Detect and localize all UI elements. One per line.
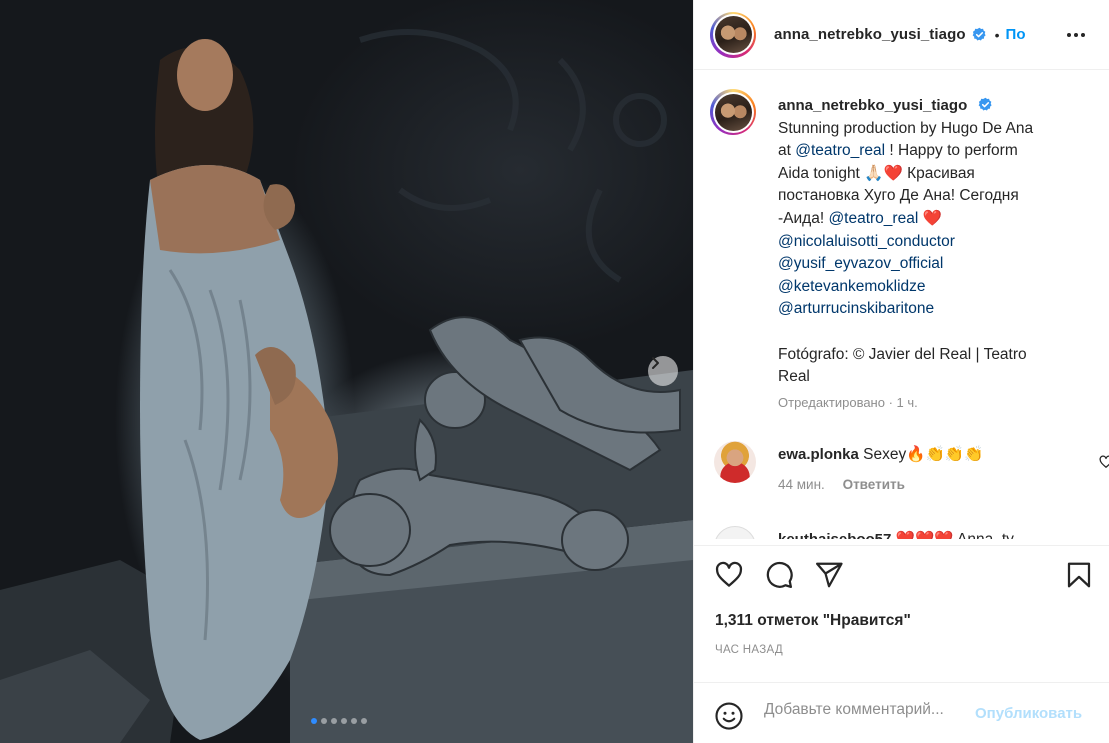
- caption-line: Stunning production by Hugo De Ana: [778, 119, 1034, 137]
- comment-icon[interactable]: [764, 560, 794, 590]
- caption-line: Aida tonight 🙏🏻❤️ Красивая: [778, 164, 975, 182]
- commenter-avatar[interactable]: [714, 441, 756, 483]
- carousel-dot: [311, 718, 317, 724]
- more-horizontal-icon[interactable]: [1065, 24, 1087, 46]
- mention-link[interactable]: @nicolaluisotti_conductor: [778, 233, 955, 250]
- carousel-dot: [331, 718, 337, 724]
- commenter-avatar[interactable]: [714, 526, 756, 539]
- avatar-photo: [714, 16, 752, 53]
- heart-icon[interactable]: [714, 560, 744, 590]
- heart-icon[interactable]: [1099, 455, 1109, 469]
- smiley-icon[interactable]: [714, 701, 744, 731]
- comment-input[interactable]: [764, 701, 970, 719]
- mention-link[interactable]: @teatro_real: [795, 142, 885, 159]
- add-comment-bar: Опубликовать: [694, 682, 1109, 743]
- reply-button[interactable]: Ответить: [843, 477, 905, 492]
- author-avatar[interactable]: [710, 11, 756, 58]
- publish-button[interactable]: Опубликовать: [975, 705, 1082, 722]
- comment-time: 44 мин.: [778, 477, 825, 492]
- separator-dot: •: [994, 26, 1000, 43]
- caption-username[interactable]: anna_netrebko_yusi_tiago: [778, 97, 967, 114]
- carousel-dot: [351, 718, 357, 724]
- carousel-dot: [361, 718, 367, 724]
- mention-link[interactable]: @arturrucinskibaritone: [778, 300, 934, 317]
- caption-line: Fotógrafo: © Javier del Real | Teatro: [778, 345, 1027, 363]
- caption-line: -Аида!: [778, 209, 829, 227]
- post-timestamp: ЧАС НАЗАД: [715, 644, 783, 656]
- carousel-dot: [341, 718, 347, 724]
- mention-link[interactable]: @ketevankemoklidze: [778, 278, 926, 295]
- post-side-panel: anna_netrebko_yusi_tiago • По anna_netre…: [693, 0, 1109, 743]
- caption-text: anna_netrebko_yusi_tiago Stunning produc…: [778, 95, 1078, 389]
- comment-text: Sexey🔥👏👏👏: [863, 446, 984, 463]
- carousel-indicator: [311, 718, 367, 724]
- comments-list[interactable]: anna_netrebko_yusi_tiago Stunning produc…: [694, 71, 1109, 539]
- bookmark-icon[interactable]: [1064, 560, 1094, 590]
- edited-timestamp: Отредактировано · 1 ч.: [778, 395, 918, 410]
- caption-line: ❤️: [918, 209, 942, 227]
- post-actions-bar: [694, 545, 1109, 595]
- opera-scene-illustration: [0, 29, 693, 743]
- verified-badge-icon: [978, 97, 992, 111]
- follow-button[interactable]: По: [1006, 26, 1026, 43]
- carousel-next-button[interactable]: [648, 356, 678, 386]
- caption-line: at: [778, 142, 796, 160]
- carousel-dot: [321, 718, 327, 724]
- likes-count[interactable]: 1,311 отметок "Нравится": [715, 612, 911, 630]
- caption-line: Real: [778, 368, 810, 386]
- caption-author-avatar[interactable]: [710, 89, 756, 135]
- avatar-photo: [714, 93, 752, 131]
- author-username[interactable]: anna_netrebko_yusi_tiago: [774, 26, 966, 43]
- commenter-username[interactable]: ewa.plonka: [778, 446, 859, 463]
- paper-plane-icon[interactable]: [814, 560, 844, 590]
- post-photo[interactable]: [0, 0, 693, 743]
- commenter-username[interactable]: keuthaiseboo57: [778, 531, 891, 539]
- caption-line: постановка Хуго Де Ана! Сегодня: [778, 187, 1019, 205]
- verified-badge-icon: [972, 27, 986, 41]
- mention-link[interactable]: @teatro_real: [828, 210, 918, 227]
- post-header: anna_netrebko_yusi_tiago • По: [694, 0, 1109, 70]
- chevron-right-icon: [652, 357, 659, 369]
- comment-text: ❤️❤️❤️ Anna, ty: [896, 531, 1014, 539]
- mention-link[interactable]: @yusif_eyvazov_official: [778, 255, 943, 272]
- caption-line: ! Happy to perform: [885, 142, 1018, 160]
